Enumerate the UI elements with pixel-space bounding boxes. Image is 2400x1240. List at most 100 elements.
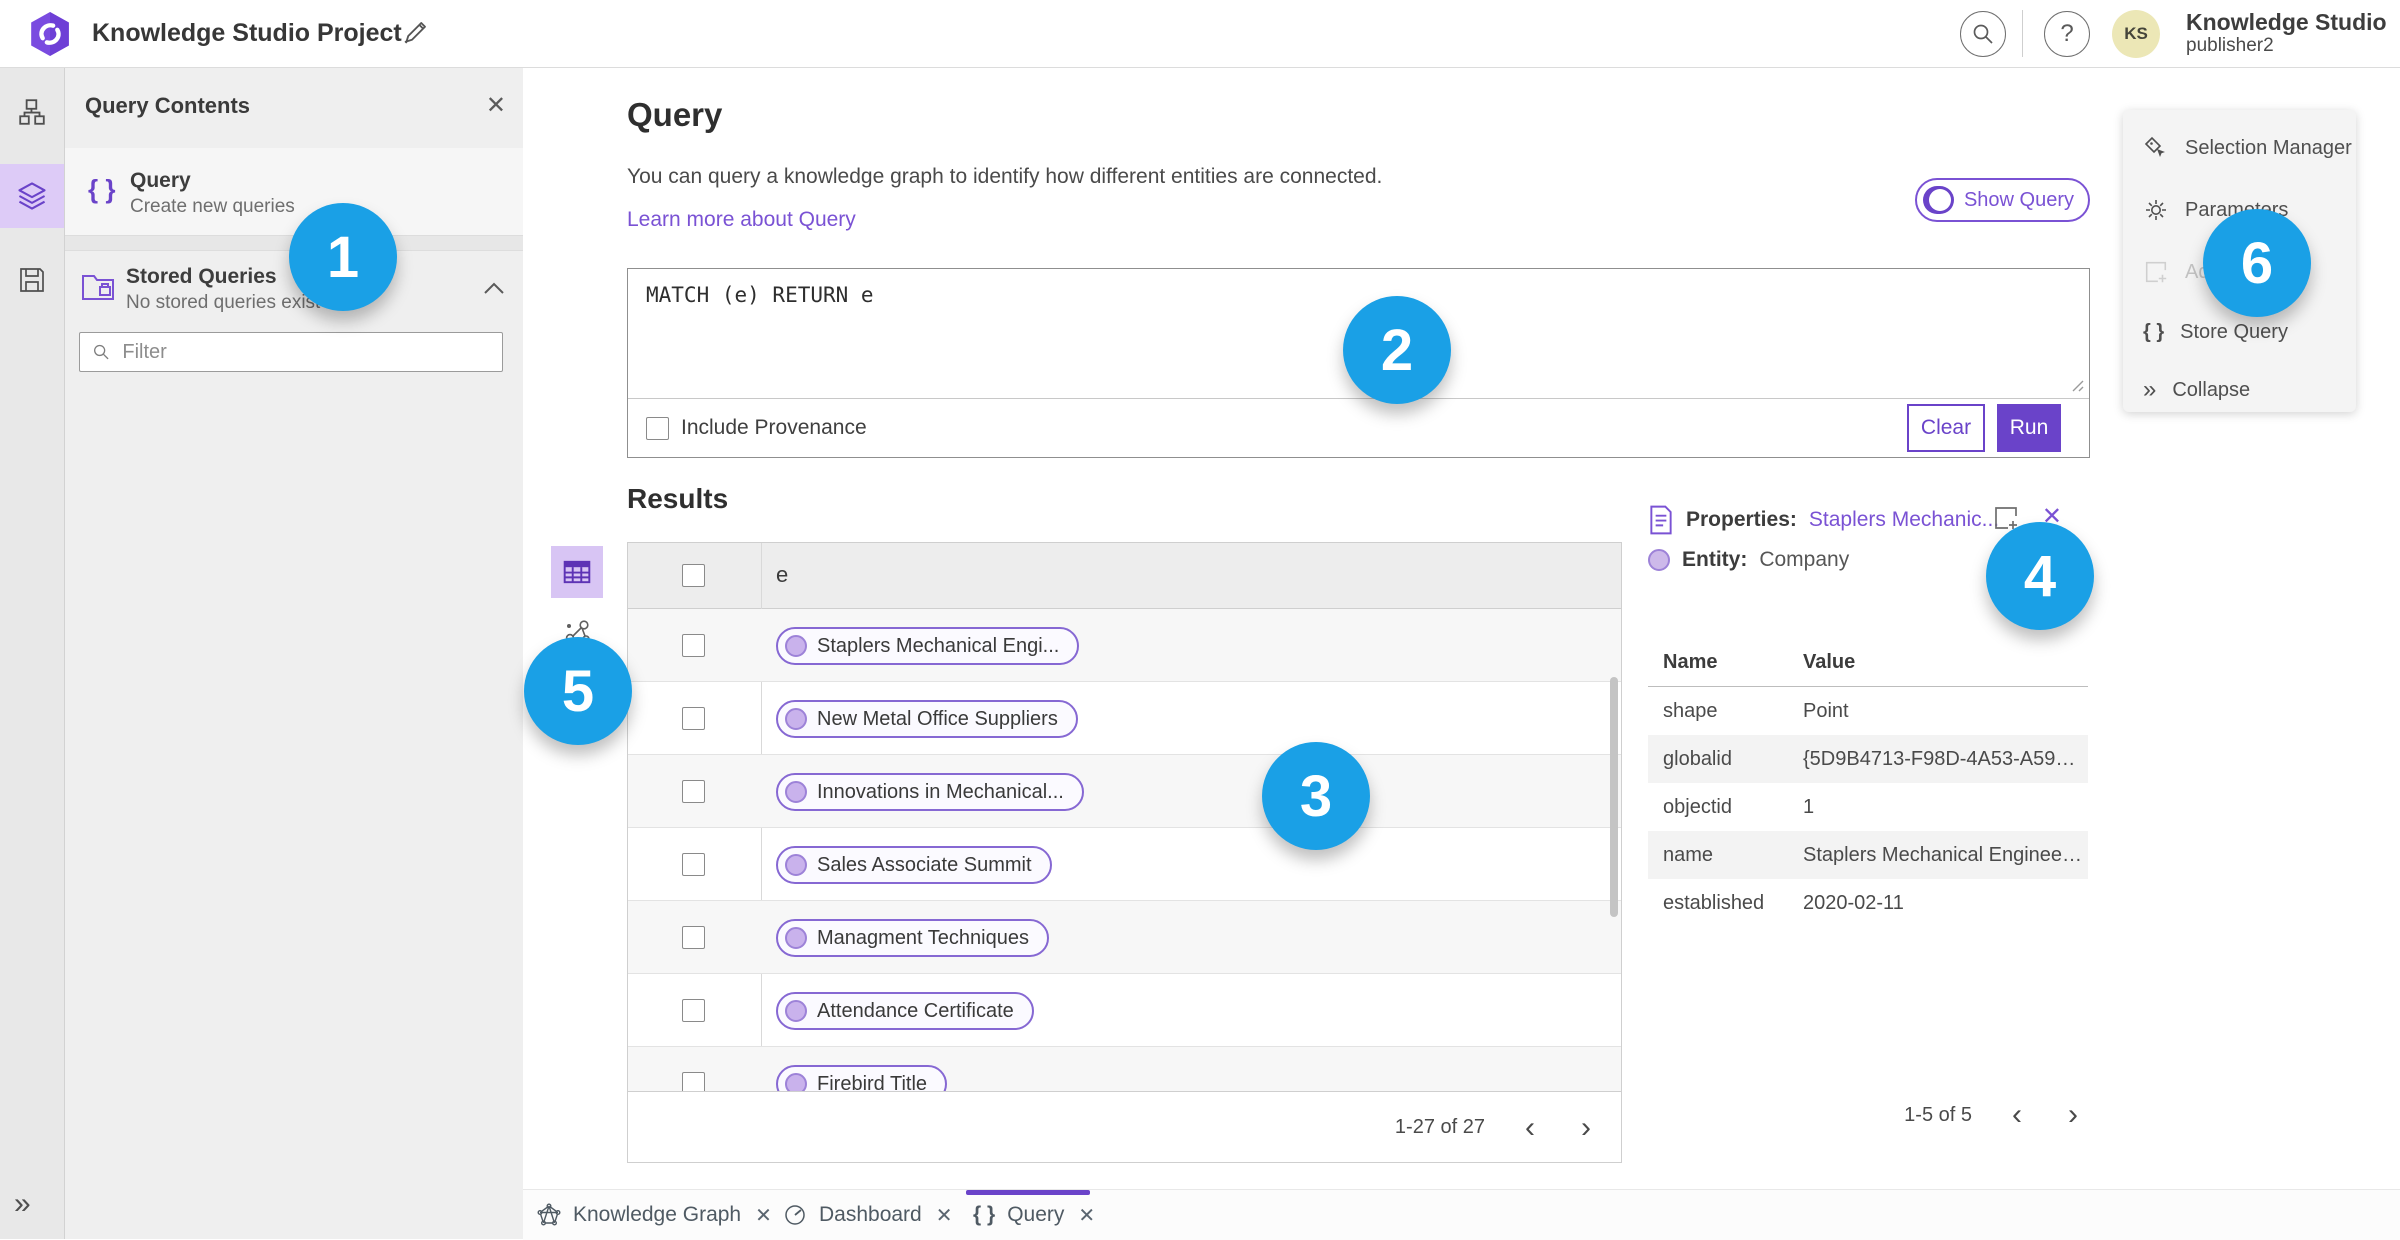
property-row[interactable]: globalid {5D9B4713-F98D-4A53-A59F-C11... (1648, 735, 2088, 783)
entity-dot-icon (1648, 549, 1670, 571)
prev-page-icon[interactable]: ‹ (1519, 1112, 1541, 1143)
avatar[interactable]: KS (2112, 10, 2160, 58)
entity-pill[interactable]: Staplers Mechanical Engi... (776, 627, 1080, 665)
pagination-range: 1-27 of 27 (1394, 1116, 1485, 1138)
prev-page-icon[interactable]: ‹ (2006, 1100, 2028, 1130)
show-query-toggle[interactable]: Show Query (1915, 178, 2090, 222)
table-scrollbar[interactable] (1610, 677, 1618, 917)
entity-pill[interactable]: Firebird Title (776, 1065, 948, 1091)
row-checkbox[interactable] (682, 780, 705, 803)
run-button[interactable]: Run (1997, 404, 2061, 452)
property-row[interactable]: shape Point (1648, 687, 2088, 735)
value-column-header: Value (1803, 650, 1856, 673)
user-block[interactable]: Knowledge Studio publisher2 (2186, 9, 2387, 57)
entity-dot-icon (785, 1000, 807, 1022)
entity-pill[interactable]: Attendance Certificate (776, 992, 1034, 1030)
entity-dot-icon (785, 635, 807, 657)
data-model-icon[interactable] (0, 80, 64, 144)
close-icon[interactable]: ✕ (486, 91, 506, 120)
next-page-icon[interactable]: › (2062, 1100, 2084, 1130)
tab-label: Dashboard (819, 1203, 922, 1226)
table-view-icon[interactable] (551, 546, 603, 598)
property-name: globalid (1663, 747, 1732, 770)
help-icon[interactable]: ? (2044, 11, 2090, 57)
chevron-up-icon[interactable] (483, 281, 505, 295)
table-row[interactable]: Firebird Title (628, 1047, 1621, 1091)
table-row[interactable]: Attendance Certificate (628, 974, 1621, 1047)
clear-button[interactable]: Clear (1907, 404, 1985, 452)
layers-icon[interactable] (0, 164, 64, 228)
include-provenance-label: Include Provenance (681, 416, 867, 439)
row-checkbox[interactable] (682, 853, 705, 876)
folder-icon (81, 271, 115, 301)
table-row[interactable]: New Metal Office Suppliers (628, 682, 1621, 755)
next-page-icon[interactable]: › (1575, 1112, 1597, 1143)
entity-pill[interactable]: Innovations in Mechanical... (776, 773, 1084, 811)
tab-query[interactable]: { } Query ✕ (973, 1190, 1097, 1240)
entity-dot-icon (785, 854, 807, 876)
property-name: objectid (1663, 795, 1732, 818)
table-row[interactable]: Managment Techniques (628, 901, 1621, 974)
close-tab-icon[interactable]: ✕ (934, 1203, 955, 1228)
expand-rail-icon[interactable]: » (14, 1187, 31, 1221)
braces-icon: { } (88, 174, 116, 204)
entity-label: Innovations in Mechanical... (817, 780, 1064, 803)
callout-6: 6 (2203, 209, 2311, 317)
property-row[interactable]: name Staplers Mechanical Engineering (1648, 831, 2088, 879)
braces-icon: { } (2143, 320, 2165, 343)
entity-label: New Metal Office Suppliers (817, 707, 1058, 730)
property-value: 1 (1803, 795, 1815, 818)
pagination-range: 1-5 of 5 (1904, 1103, 1972, 1126)
menu-item-selection-manager[interactable]: Selection Manager (2123, 126, 2356, 170)
menu-item-store-query[interactable]: { } Store Query (2123, 310, 2356, 354)
property-value: Staplers Mechanical Engineering (1803, 843, 2088, 866)
save-icon[interactable] (0, 248, 64, 312)
property-name: name (1663, 843, 1714, 866)
resize-handle-icon[interactable] (2069, 377, 2085, 393)
row-checkbox[interactable] (682, 999, 705, 1022)
row-checkbox[interactable] (682, 1072, 705, 1091)
table-row[interactable]: Innovations in Mechanical... (628, 755, 1621, 828)
menu-item-label: Store Query (2180, 320, 2288, 343)
search-icon[interactable] (1960, 11, 2006, 57)
property-row[interactable]: established 2020-02-11 (1648, 879, 2088, 927)
top-bar: Knowledge Studio Project ? KS Knowledge … (0, 0, 2400, 68)
row-checkbox[interactable] (682, 707, 705, 730)
property-row[interactable]: objectid 1 (1648, 783, 2088, 831)
property-value: 2020-02-11 (1803, 891, 1904, 914)
edit-title-icon[interactable] (400, 18, 432, 50)
query-contents-title: Query Contents (85, 93, 251, 118)
select-all-checkbox[interactable] (682, 564, 705, 587)
entity-pill[interactable]: Sales Associate Summit (776, 846, 1052, 884)
tab-dashboard[interactable]: Dashboard ✕ (783, 1190, 955, 1240)
row-checkbox[interactable] (682, 634, 705, 657)
learn-more-link[interactable]: Learn more about Query (627, 208, 856, 232)
tab-knowledge-graph[interactable]: Knowledge Graph ✕ (537, 1190, 774, 1240)
filter-input[interactable] (120, 339, 490, 365)
entity-row: Entity: Company (1648, 548, 1849, 572)
properties-doc-icon (1650, 505, 1672, 535)
callout-3: 3 (1262, 742, 1370, 850)
close-tab-icon[interactable]: ✕ (753, 1203, 774, 1228)
entity-pill[interactable]: Managment Techniques (776, 919, 1049, 957)
sidebar-item-query[interactable]: { } Query Create new queries (64, 148, 523, 235)
include-provenance-checkbox[interactable] (646, 416, 669, 440)
property-value: {5D9B4713-F98D-4A53-A59F-C11... (1803, 747, 2088, 770)
entity-dot-icon (785, 927, 807, 949)
row-checkbox[interactable] (682, 926, 705, 949)
entity-pill[interactable]: New Metal Office Suppliers (776, 700, 1078, 738)
properties-entity-link[interactable]: Staplers Mechanic... (1809, 508, 1999, 532)
menu-item-label: Selection Manager (2185, 136, 2352, 159)
toggle-track (1923, 186, 1954, 214)
table-row[interactable]: Sales Associate Summit (628, 828, 1621, 901)
close-tab-icon[interactable]: ✕ (1076, 1203, 1097, 1228)
menu-item-collapse[interactable]: » Collapse (2123, 368, 2356, 412)
table-row[interactable]: Staplers Mechanical Engi... (628, 609, 1621, 682)
properties-table-header: Name Value (1648, 638, 2088, 687)
page-title: Query (627, 96, 723, 133)
query-item-label: Query (130, 169, 191, 192)
search-icon (94, 344, 109, 360)
query-text: MATCH (e) RETURN e (646, 283, 874, 307)
entity-label: Sales Associate Summit (817, 853, 1032, 876)
callout-4: 4 (1986, 522, 2094, 630)
